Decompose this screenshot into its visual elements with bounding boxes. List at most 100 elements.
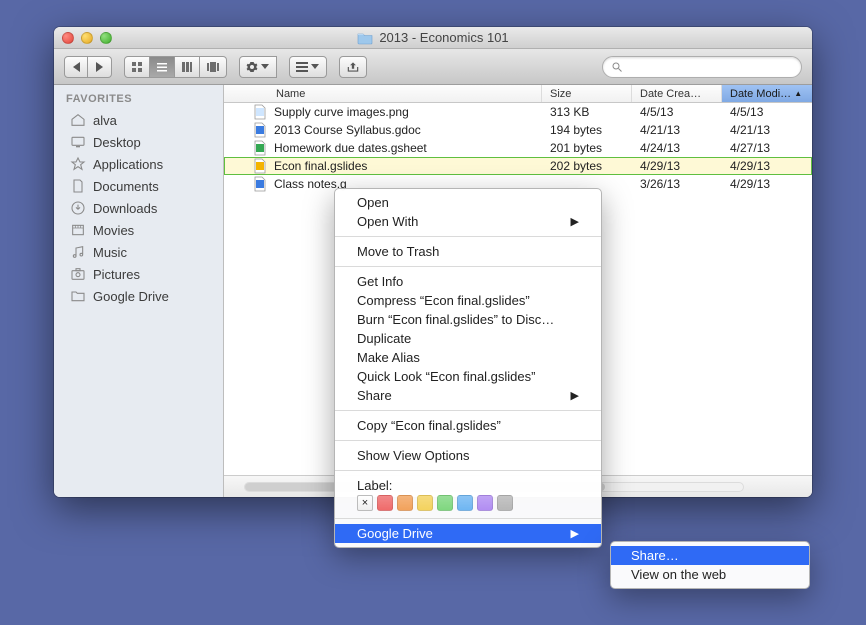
column-name[interactable]: Name [224,85,542,102]
menu-item-share[interactable]: Share ▶ [335,386,601,405]
file-modified: 4/29/13 [722,159,812,173]
back-button[interactable] [64,56,88,78]
file-icon [252,158,268,174]
file-created: 4/21/13 [632,123,722,137]
menu-item-move-to-trash[interactable]: Move to Trash [335,242,601,261]
label-swatch[interactable] [457,495,473,511]
menu-item-duplicate[interactable]: Duplicate [335,329,601,348]
minimize-button[interactable] [81,32,93,44]
submenu-item-share[interactable]: Share… [611,546,809,565]
arrange-menu[interactable] [289,56,327,78]
label-swatch[interactable] [477,495,493,511]
share-icon [346,61,360,73]
folder-icon [357,31,373,45]
search-icon [611,61,623,73]
submenu-item-view-on-web[interactable]: View on the web [611,565,809,584]
icon-view-button[interactable] [124,56,150,78]
menu-item-open-with[interactable]: Open With ▶ [335,212,601,231]
sidebar-item-google-drive[interactable]: Google Drive [54,285,223,307]
file-icon [252,176,268,192]
table-row[interactable]: Supply curve images.png313 KB4/5/134/5/1… [224,103,812,121]
sidebar-item-label: alva [93,113,117,128]
sidebar-section-title: FAVORITES [54,91,223,109]
submenu-arrow-icon: ▶ [571,389,579,402]
menu-item-compress[interactable]: Compress “Econ final.gslides” [335,291,601,310]
menu-item-google-drive[interactable]: Google Drive ▶ [335,524,601,543]
column-modified[interactable]: Date Modi… ▲ [722,85,812,102]
sidebar-item-label: Documents [93,179,159,194]
file-created: 4/29/13 [632,159,722,173]
file-size: 202 bytes [542,159,632,173]
file-icon [252,104,268,120]
gear-icon [246,61,258,73]
folder-icon [70,288,86,304]
table-row[interactable]: 2013 Course Syllabus.gdoc194 bytes4/21/1… [224,121,812,139]
menu-item-get-info[interactable]: Get Info [335,272,601,291]
label-swatch[interactable] [417,495,433,511]
action-menu[interactable] [239,56,277,78]
grid-icon [131,61,143,73]
label-swatch[interactable] [437,495,453,511]
sidebar-item-home[interactable]: alva [54,109,223,131]
forward-button[interactable] [88,56,112,78]
sidebar-item-label: Google Drive [93,289,169,304]
file-created: 4/24/13 [632,141,722,155]
zoom-button[interactable] [100,32,112,44]
google-drive-submenu: Share… View on the web [610,541,810,589]
close-button[interactable] [62,32,74,44]
file-size: 313 KB [542,105,632,119]
menu-item-copy[interactable]: Copy “Econ final.gslides” [335,416,601,435]
column-created[interactable]: Date Crea… [632,85,722,102]
menu-item-make-alias[interactable]: Make Alias [335,348,601,367]
list-view-button[interactable] [150,56,175,78]
file-icon [252,122,268,138]
file-name: 2013 Course Syllabus.gdoc [274,123,421,137]
sidebar-item-movies[interactable]: Movies [54,219,223,241]
window-title: 2013 - Economics 101 [54,30,812,45]
table-row[interactable]: Econ final.gslides202 bytes4/29/134/29/1… [224,157,812,175]
sidebar-item-music[interactable]: Music [54,241,223,263]
file-created: 4/5/13 [632,105,722,119]
titlebar: 2013 - Economics 101 [54,27,812,49]
file-modified: 4/29/13 [722,177,812,191]
menu-item-quick-look[interactable]: Quick Look “Econ final.gslides” [335,367,601,386]
chevron-down-icon [261,64,269,69]
sidebar-item-applications[interactable]: Applications [54,153,223,175]
column-view-button[interactable] [175,56,200,78]
column-size[interactable]: Size [542,85,632,102]
label-swatch[interactable] [397,495,413,511]
share-button[interactable] [339,56,367,78]
menu-item-burn[interactable]: Burn “Econ final.gslides” to Disc… [335,310,601,329]
coverflow-view-button[interactable] [200,56,227,78]
sidebar-item-label: Movies [93,223,134,238]
menu-item-label: Label: [335,476,601,493]
chevron-left-icon [73,62,80,72]
search-input[interactable] [627,60,793,74]
sidebar-item-documents[interactable]: Documents [54,175,223,197]
label-clear-button[interactable]: × [357,495,373,511]
table-row[interactable]: Homework due dates.gsheet 201 bytes4/24/1… [224,139,812,157]
menu-item-view-options[interactable]: Show View Options [335,446,601,465]
label-swatch[interactable] [377,495,393,511]
downloads-icon [70,200,86,216]
file-modified: 4/5/13 [722,105,812,119]
context-menu: Open Open With ▶ Move to Trash Get Info … [334,188,602,548]
file-modified: 4/27/13 [722,141,812,155]
sidebar-item-label: Applications [93,157,163,172]
label-swatch[interactable] [497,495,513,511]
file-name: Homework due dates.gsheet [274,141,427,155]
file-name: Supply curve images.png [274,105,409,119]
search-field[interactable] [602,56,802,78]
sidebar-item-pictures[interactable]: Pictures [54,263,223,285]
toolbar [54,49,812,85]
column-headers: Name Size Date Crea… Date Modi… ▲ [224,85,812,103]
menu-item-open[interactable]: Open [335,193,601,212]
file-size: 201 bytes [542,141,632,155]
coverflow-icon [206,61,220,73]
list-icon [156,61,168,73]
nav-buttons [64,56,112,78]
home-icon [70,112,86,128]
pictures-icon [70,266,86,282]
sidebar-item-desktop[interactable]: Desktop [54,131,223,153]
sidebar-item-downloads[interactable]: Downloads [54,197,223,219]
